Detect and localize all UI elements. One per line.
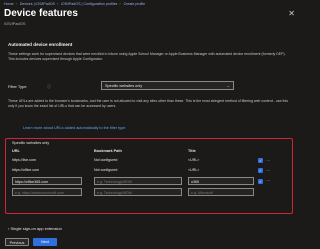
- chevron-down-icon: ⌄: [226, 83, 230, 88]
- filter-warning-text: These URLs are added to the browser's bo…: [8, 99, 288, 108]
- previous-button[interactable]: Previous: [5, 238, 29, 246]
- close-icon[interactable]: ✕: [288, 9, 295, 18]
- url-column-header: URL: [12, 149, 20, 153]
- row-bookmark: Not configured: [94, 168, 118, 172]
- bookmark-column-header: Bookmark Path: [94, 149, 122, 153]
- single-sign-on-label: Single sign-on app extension: [10, 226, 62, 231]
- more-options-icon[interactable]: …: [266, 177, 271, 182]
- more-options-icon[interactable]: …: [266, 167, 271, 172]
- row-url: https://live.com: [12, 158, 36, 162]
- page-subtitle: iOS/iPadOS: [4, 21, 26, 26]
- table-row-new: e.g. https://www.microsoft.com e.g. Tech…: [0, 188, 300, 196]
- row-select-checkbox[interactable]: ✓: [258, 168, 263, 173]
- more-options-icon[interactable]: …: [266, 157, 271, 162]
- row-select-checkbox[interactable]: ✓: [258, 158, 263, 163]
- breadcrumb-create-profile[interactable]: Create profile: [124, 2, 146, 6]
- filter-type-label: Filter Type: [8, 84, 27, 89]
- title-input[interactable]: o365: [188, 177, 254, 185]
- url-input[interactable]: https://office365.com: [12, 177, 82, 185]
- row-select-checkbox[interactable]: ✓: [258, 178, 263, 184]
- table-row-editing: https://office365.com e.g. Technology\MD…: [0, 177, 300, 185]
- bookmark-path-input[interactable]: e.g. Technology\MDM: [94, 177, 182, 185]
- table-row: https://live.com Not configured <URL> ✓ …: [0, 157, 300, 165]
- new-url-input[interactable]: e.g. https://www.microsoft.com: [12, 188, 82, 196]
- next-button[interactable]: Next: [33, 238, 57, 246]
- breadcrumb-home[interactable]: Home: [4, 2, 14, 6]
- learn-more-link[interactable]: Learn more about URLs added automaticall…: [23, 126, 125, 130]
- row-bookmark: Not configured: [94, 158, 118, 162]
- single-sign-on-section[interactable]: › Single sign-on app extension: [8, 226, 62, 231]
- specific-websites-title: Specific websites only: [12, 141, 50, 145]
- title-column-header: Title: [188, 149, 196, 153]
- info-icon[interactable]: ⓘ: [47, 84, 51, 90]
- page-title: Device features: [4, 8, 78, 19]
- new-bookmark-path-input[interactable]: e.g. Technology\MDM: [94, 188, 182, 196]
- row-title: <URL>: [188, 168, 200, 172]
- row-url: https://office.com: [12, 168, 40, 172]
- section-heading: Automated device enrollment: [8, 42, 73, 47]
- breadcrumb-devices[interactable]: Devices | iOS/iPadOS: [20, 2, 55, 6]
- table-row: https://office.com Not configured <URL> …: [0, 167, 300, 175]
- filter-type-dropdown[interactable]: Specific websites only ⌄: [101, 81, 234, 90]
- breadcrumb: Home › Devices | iOS/iPadOS › iOS/iPadOS |…: [4, 2, 146, 6]
- new-title-input[interactable]: e.g. Microsoft: [188, 188, 254, 196]
- row-title: <URL>: [188, 158, 200, 162]
- filter-type-value: Specific websites only: [105, 84, 143, 88]
- section-description: These settings work for supervised devic…: [8, 52, 286, 61]
- specific-websites-frame: [5, 138, 293, 214]
- breadcrumb-config-profiles[interactable]: iOS/iPadOS | Configuration profiles: [61, 2, 117, 6]
